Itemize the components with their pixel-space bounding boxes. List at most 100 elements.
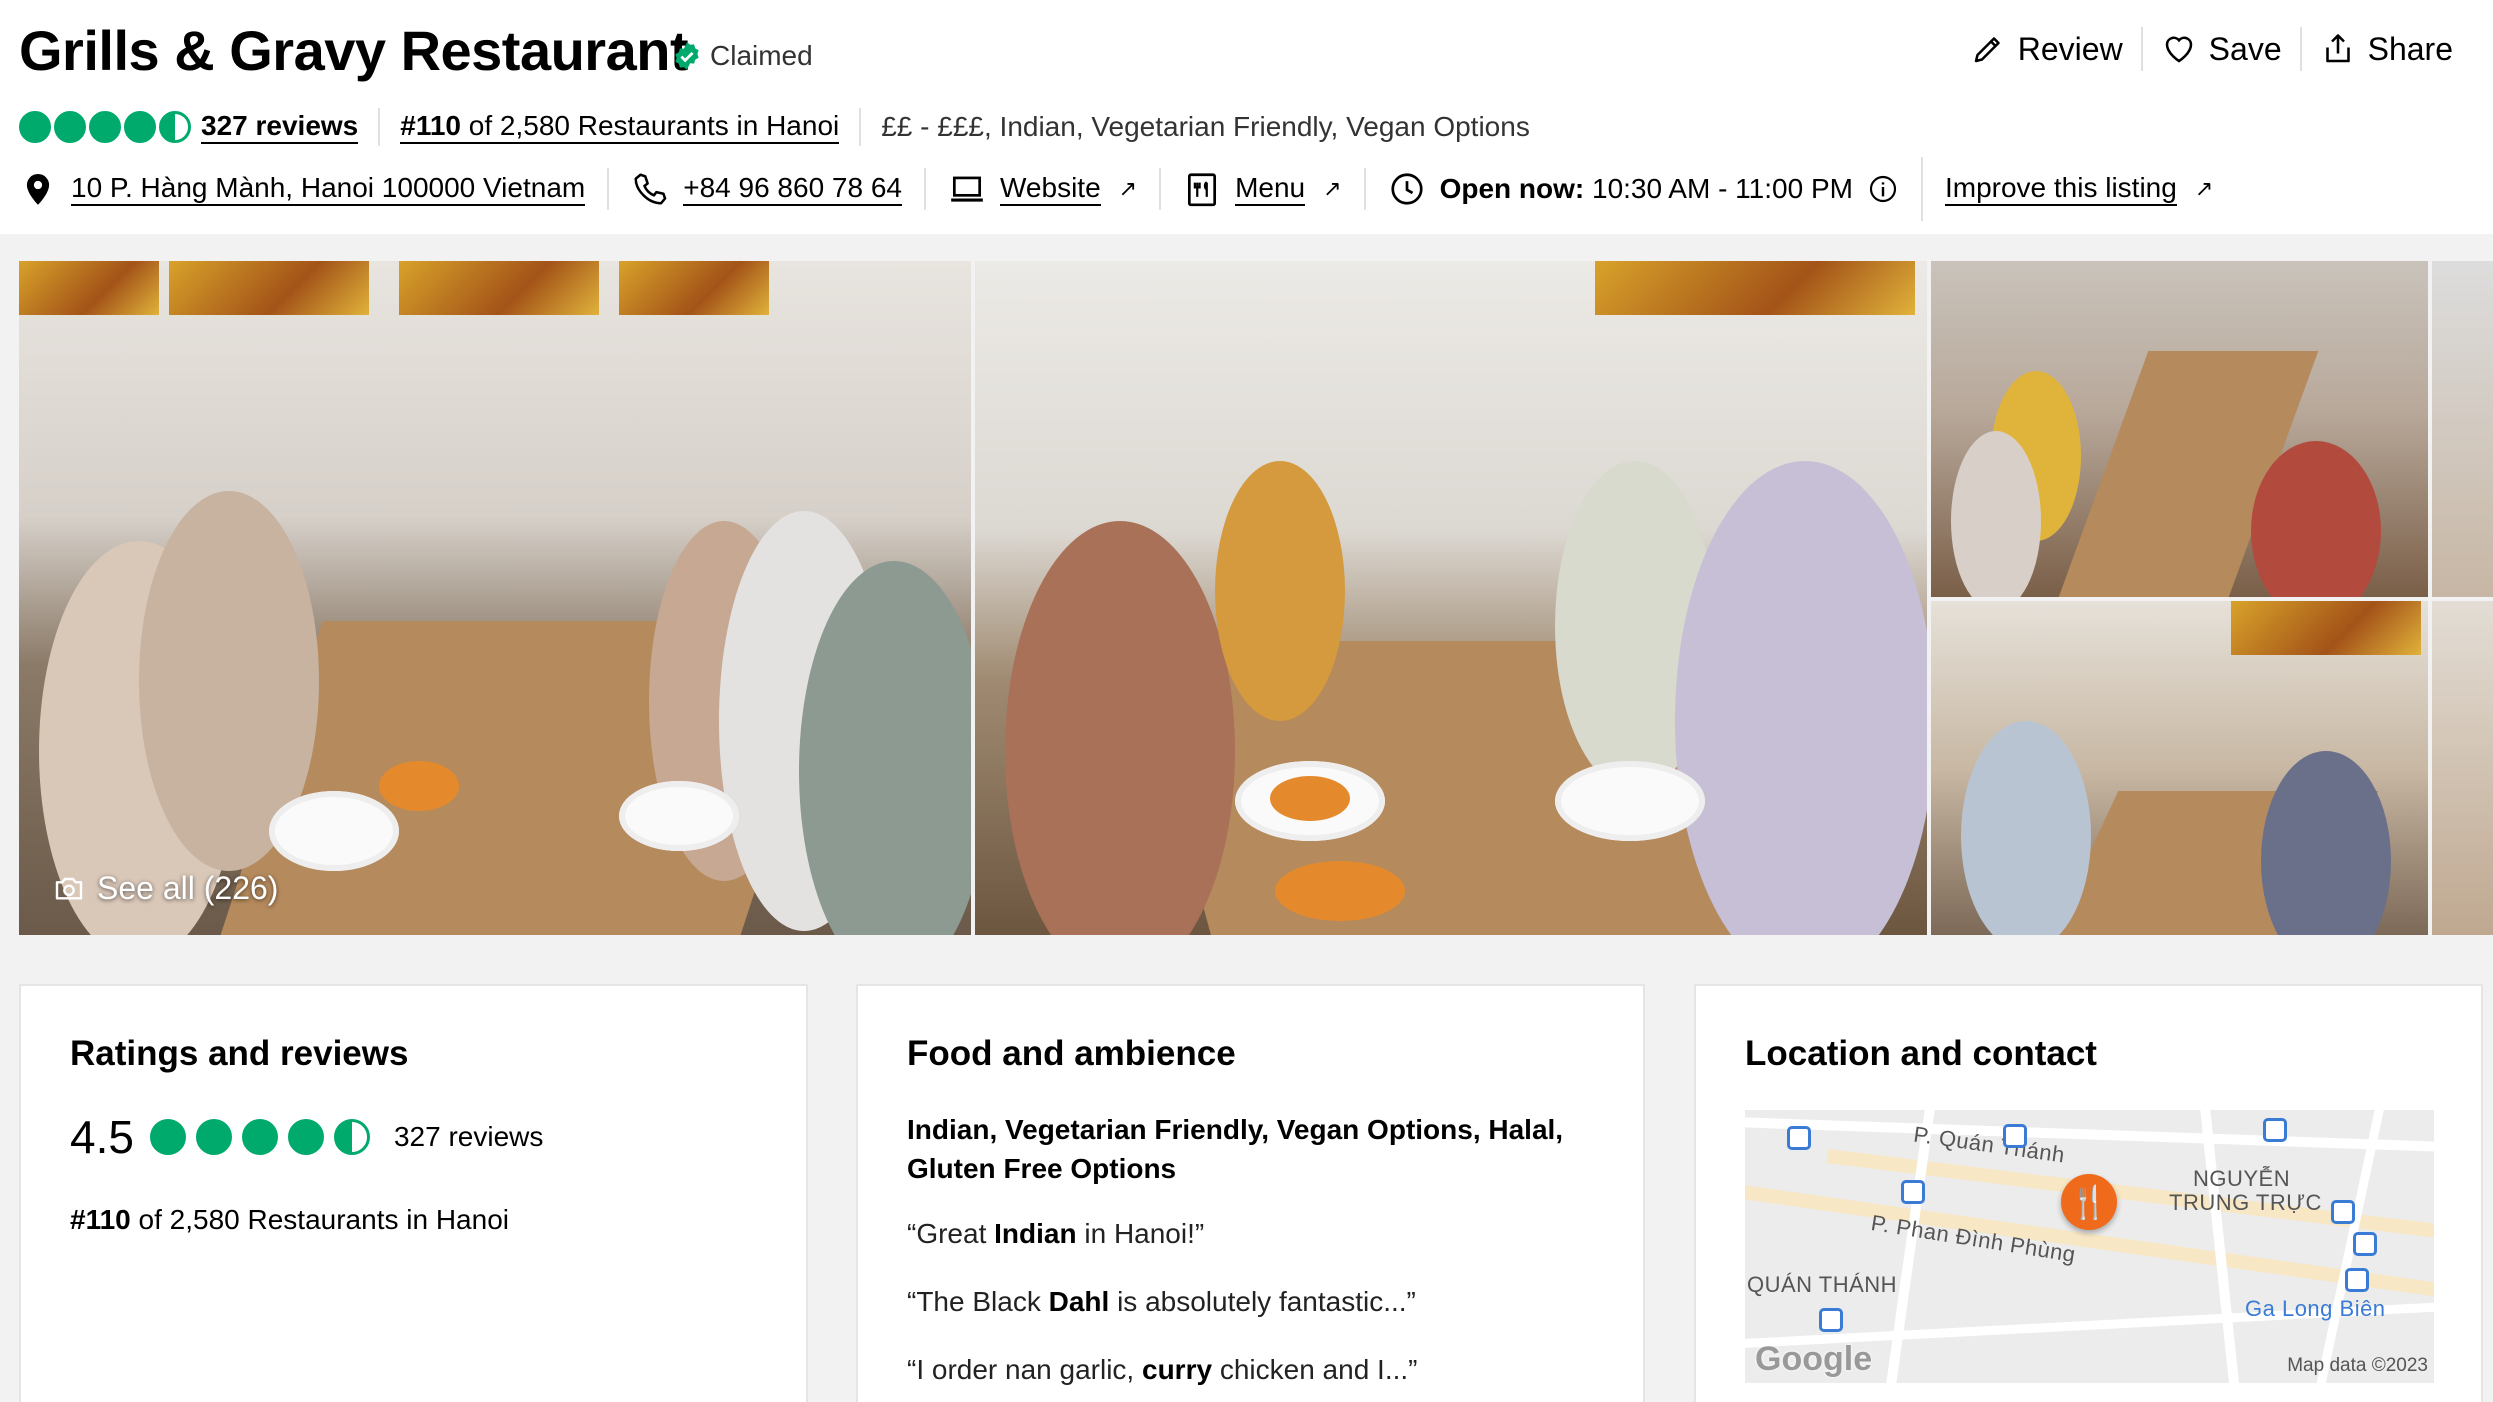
external-link-icon: ↗ [1118, 176, 1138, 201]
rating-score: 4.5 [70, 1111, 134, 1163]
rank-number: #110 [400, 110, 461, 141]
divider [1159, 168, 1162, 210]
phone-link[interactable]: +84 96 860 78 64 [631, 170, 902, 208]
gallery-photo[interactable] [975, 261, 1927, 935]
map-label: NGUYỄN [2193, 1166, 2291, 1191]
camera-icon [55, 877, 83, 900]
gallery-photo[interactable] [2432, 261, 2493, 597]
address-link[interactable]: 10 P. Hàng Mành, Hanoi 100000 Vietnam [19, 170, 586, 208]
save-label: Save [2208, 30, 2282, 67]
reviews-count-link[interactable]: 327 reviews [394, 1121, 543, 1153]
claimed-badge[interactable]: Claimed [672, 40, 813, 72]
quote-text: in Hanoi!” [1076, 1218, 1205, 1249]
google-logo[interactable]: Google [1755, 1340, 1872, 1379]
clock-icon [1390, 173, 1423, 205]
heart-icon [2165, 36, 2192, 63]
menu-link[interactable]: Menu ↗ [1183, 170, 1342, 208]
restaurant-title: Grills & Gravy Restaurant [19, 19, 689, 82]
restaurant-map-pin-icon[interactable]: 🍴 [2061, 1174, 2117, 1230]
share-button[interactable]: Share [2302, 26, 2471, 72]
rating-summary: 4.5 327 reviews [70, 1110, 543, 1164]
bus-stop-icon [1901, 1180, 1925, 1204]
quote-text: “The Black [907, 1286, 1049, 1317]
plate [1555, 761, 1705, 841]
review-quote[interactable]: “I order nan garlic, curry chicken and I… [907, 1354, 1417, 1386]
gallery-photo[interactable] [1931, 261, 2428, 597]
see-all-label: See all (226) [97, 870, 279, 906]
quote-keyword: curry [1142, 1354, 1213, 1385]
menu-label: Menu [1235, 172, 1306, 206]
bus-stop-icon [2345, 1268, 2369, 1292]
wall-painting [2231, 601, 2421, 655]
review-button[interactable]: Review [1952, 26, 2141, 72]
rating-bubble [149, 1119, 186, 1155]
review-quote[interactable]: “Great Indian in Hanoi!” [907, 1218, 1204, 1250]
map-label: Ga Long Biên [2245, 1296, 2386, 1321]
see-all-photos-button[interactable]: See all (226) [53, 870, 278, 907]
external-link-icon: ↗ [2194, 176, 2214, 201]
ranking-link[interactable]: #110 of 2,580 Restaurants in Hanoi [400, 110, 840, 144]
divider [1920, 157, 1923, 221]
map-street [1882, 1110, 1938, 1383]
gallery-photo-main[interactable] [19, 261, 971, 935]
person [1675, 461, 1927, 935]
person [1961, 721, 2091, 935]
wall-painting [169, 261, 369, 315]
location-pin-icon [26, 173, 50, 205]
rating-bubble [195, 1119, 232, 1155]
rating-bubble [89, 111, 121, 143]
ratings-card: Ratings and reviews 4.5 327 reviews #110… [19, 984, 808, 1402]
save-button[interactable]: Save [2143, 26, 2300, 72]
gallery-photo[interactable] [2432, 601, 2493, 935]
quote-keyword: Indian [994, 1218, 1077, 1249]
external-link-icon: ↗ [1323, 176, 1342, 201]
plate [269, 791, 399, 871]
map-label: QUÁN THÁNH [1747, 1272, 1898, 1297]
quote-keyword: Dahl [1048, 1286, 1110, 1317]
person [1005, 521, 1235, 935]
location-contact-card: Location and contact P. Quán Thánh P. Ph… [1694, 984, 2483, 1402]
phone-text: +84 96 860 78 64 [683, 172, 902, 206]
rating-row: 327 reviews #110 of 2,580 Restaurants in… [19, 106, 1530, 148]
divider [1363, 168, 1366, 210]
map-street [1745, 1116, 2434, 1154]
improve-listing-label: Improve this listing [1944, 172, 2177, 206]
details-row: 10 P. Hàng Mành, Hanoi 100000 Vietnam +8… [19, 157, 2214, 221]
plate [619, 781, 739, 851]
rating-bubble [19, 111, 51, 143]
quote-text: “Great [907, 1218, 995, 1249]
curry-bowl [379, 761, 459, 811]
wall-painting [1595, 261, 1915, 315]
bus-stop-icon [2263, 1118, 2287, 1142]
listing-header: Grills & Gravy Restaurant Claimed Review… [0, 0, 2493, 234]
rating-bubble-half [159, 111, 191, 143]
hours-info[interactable]: Open now: 10:30 AM - 11:00 PM [1388, 170, 1899, 208]
improve-listing-link[interactable]: Improve this listing ↗ [1944, 172, 2214, 206]
open-status: Open now: [1439, 173, 1585, 204]
map-data-credit[interactable]: Map data ©2023 [2287, 1355, 2428, 1377]
food-card-title: Food and ambience [907, 1034, 1236, 1073]
person [2261, 751, 2391, 935]
share-label: Share [2367, 30, 2453, 67]
quote-text: is absolutely fantastic...” [1109, 1286, 1416, 1317]
reviews-link[interactable]: 327 reviews [201, 110, 359, 144]
info-icon[interactable] [1867, 173, 1899, 205]
share-icon [2325, 34, 2350, 63]
gallery-photo[interactable] [1931, 601, 2428, 935]
review-quote[interactable]: “The Black Dahl is absolutely fantastic.… [907, 1286, 1416, 1318]
map-street [2198, 1110, 2242, 1383]
address-text: 10 P. Hàng Mành, Hanoi 100000 Vietnam [71, 172, 586, 206]
rating-bubbles [19, 111, 191, 143]
quote-text: “I order nan garlic, [907, 1354, 1142, 1385]
photo-gallery: See all (226) [19, 261, 2493, 935]
location-card-title: Location and contact [1745, 1034, 2097, 1073]
website-link[interactable]: Website ↗ [948, 170, 1137, 208]
rank-text: of 2,580 Restaurants in Hanoi [468, 110, 840, 141]
rating-bubble [287, 1119, 324, 1155]
rating-bubble [124, 111, 156, 143]
hours-text: 10:30 AM - 11:00 PM [1592, 173, 1853, 204]
bus-stop-icon [2003, 1124, 2027, 1148]
location-map[interactable]: P. Quán Thánh P. Phan Đình Phùng NGUYỄN … [1745, 1110, 2434, 1383]
divider [607, 168, 610, 210]
wall-painting [619, 261, 769, 315]
